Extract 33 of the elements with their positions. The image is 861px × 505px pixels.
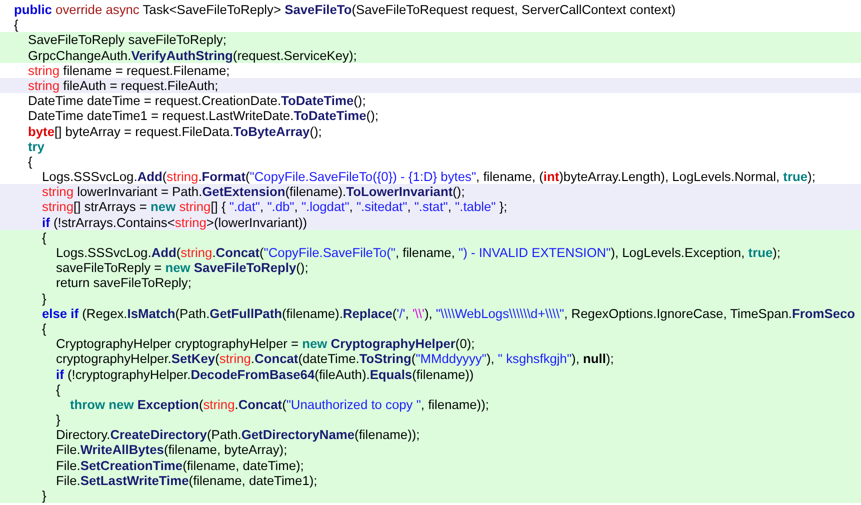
code-line: }: [56, 412, 60, 428]
code-line: SaveFileToReply saveFileToReply;: [28, 32, 226, 48]
code-line: File.SetCreationTime(filename, dateTime);: [56, 458, 304, 473]
code-line: Logs.SSSvcLog.Add(string.Format("CopyFile.SaveFileTo({0}) - {1:D} bytes", filename, (int)byteArray.Length), LogLevels.Normal, true);: [42, 169, 816, 184]
code-line: else if (Regex.IsMatch(Path.GetFullPath(filename).Replace('/', '\\'), "\\\\WebLogs\\\\\\d+\\\\", RegexOptions.IgnoreCase, TimeSpan.FromSeco: [42, 306, 856, 321]
code-line: try: [28, 138, 44, 154]
code-line: return saveFileToReply;: [56, 275, 192, 291]
code-line: DateTime dateTime1 = request.LastWriteDate.ToDateTime();: [28, 108, 378, 124]
code-line: if (!strArrays.Contains<string>(lowerInvariant)): [42, 214, 308, 230]
code-line: {: [14, 17, 18, 32]
code-line: {: [42, 320, 46, 336]
code-line: CryptographyHelper cryptographyHelper = new CryptographyHelper(0);: [56, 336, 475, 352]
code-line: {: [42, 230, 46, 245]
code-line: string fileAuth = request.FileAuth;: [28, 78, 218, 94]
code-line: string[] strArrays = new string[] { ".dat", ".db", ".logdat", ".sitedat", ".stat", ".table" };: [42, 199, 508, 215]
code-line: DateTime dateTime = request.CreationDate.ToDateTime();: [28, 93, 366, 108]
code-line: GrpcChangeAuth.VerifyAuthString(request.ServiceKey);: [28, 48, 357, 63]
code-line: byte[] byteArray = request.FileData.ToByteArray();: [28, 124, 322, 139]
code-line: {: [56, 382, 60, 397]
code-line: }: [42, 290, 46, 306]
code-line: throw new Exception(string.Concat("Unauthorized to copy ", filename));: [70, 396, 489, 412]
code-line: File.WriteAllBytes(filename, byteArray);: [56, 442, 288, 458]
code-line: {: [28, 154, 32, 170]
code-line: string filename = request.Filename;: [28, 62, 230, 78]
code-line: if (!cryptographyHelper.DecodeFromBase64(fileAuth).Equals(filename)): [56, 366, 474, 382]
code-line: string lowerInvariant = Path.GetExtension(filename).ToLowerInvariant();: [42, 184, 465, 200]
code-line: cryptographyHelper.SetKey(string.Concat(dateTime.ToString("MMddyyyy"), " ksghsfkgjh"), null);: [56, 351, 614, 366]
code-line: public override async Task<SaveFileToReply> SaveFileTo(SaveFileToRequest request, ServerCallContext context): [14, 2, 676, 18]
code-line: Logs.SSSvcLog.Add(string.Concat("CopyFile.SaveFileTo(", filename, ") - INVALID EXTENSION"), LogLevels.Exception, true);: [56, 245, 781, 260]
code-line: Directory.CreateDirectory(Path.GetDirectoryName(filename));: [56, 427, 420, 442]
code-line: }: [42, 488, 46, 504]
code-line: saveFileToReply = new SaveFileToReply();: [56, 260, 308, 276]
code-line: File.SetLastWriteTime(filename, dateTime1);: [56, 472, 318, 488]
